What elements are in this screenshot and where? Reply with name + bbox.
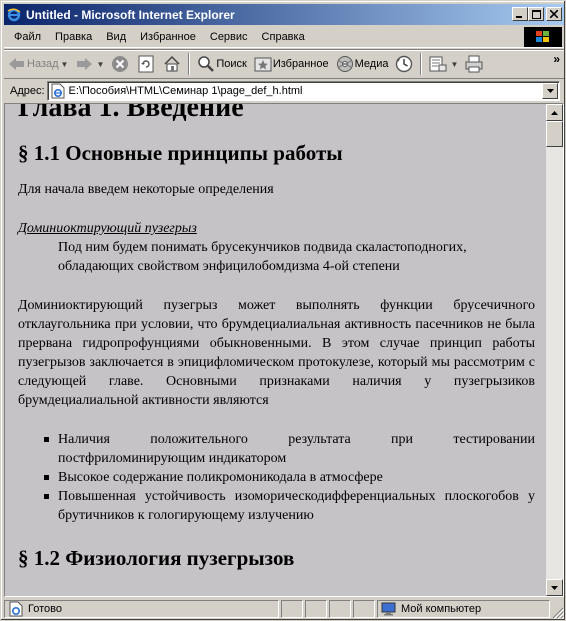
close-button[interactable]	[546, 7, 562, 21]
scroll-down-button[interactable]	[546, 579, 563, 596]
standard-toolbar: Назад ▼ ▼ Поиск Избранное Медиа ▼ »	[4, 49, 564, 79]
history-button[interactable]	[391, 52, 417, 76]
status-cell	[281, 600, 303, 618]
mail-button[interactable]: ▼	[425, 52, 461, 76]
chevron-down-icon[interactable]: ▼	[450, 60, 458, 69]
back-label: Назад	[27, 58, 59, 70]
page-heading-h1: Глава 1. Введение	[18, 104, 244, 123]
chevron-down-icon[interactable]: ▼	[61, 60, 69, 69]
status-cell	[305, 600, 327, 618]
menu-tools[interactable]: Сервис	[203, 31, 255, 43]
forward-button[interactable]: ▼	[71, 52, 107, 76]
printer-icon	[464, 54, 484, 74]
page-viewport: Глава 1. Введение § 1.1 Основные принцип…	[4, 103, 564, 597]
mail-icon	[428, 54, 448, 74]
refresh-icon	[136, 54, 156, 74]
menu-bar: Файл Правка Вид Избранное Сервис Справка	[4, 26, 564, 48]
bullet-list: Наличия положительного результата при те…	[44, 430, 535, 525]
search-label: Поиск	[216, 58, 247, 70]
minimize-button[interactable]	[512, 7, 528, 21]
menu-file[interactable]: Файл	[4, 31, 48, 43]
maximize-button[interactable]	[528, 7, 544, 21]
home-icon	[162, 54, 182, 74]
page-content: Глава 1. Введение § 1.1 Основные принцип…	[5, 104, 546, 596]
list-item: Повышенная устойчивость изоморическодифф…	[44, 489, 535, 523]
status-cell	[353, 600, 375, 618]
computer-icon	[380, 601, 398, 617]
stop-button[interactable]	[107, 52, 133, 76]
forward-arrow-icon	[74, 54, 94, 74]
chevron-down-icon[interactable]: ▼	[96, 60, 104, 69]
list-item: Наличия положительного результата при те…	[44, 432, 535, 466]
resize-grip-icon[interactable]	[552, 607, 565, 620]
windows-logo-icon	[524, 27, 562, 47]
favorites-star-icon	[253, 54, 273, 74]
status-text: Готово	[28, 603, 62, 615]
body-paragraph: Доминиоктирующий пузегрыз может выполнят…	[18, 298, 535, 408]
browser-window: Untitled - Microsoft Internet Explorer Ф…	[0, 0, 566, 621]
title-bar[interactable]: Untitled - Microsoft Internet Explorer	[4, 4, 564, 25]
refresh-button[interactable]	[133, 52, 159, 76]
search-button[interactable]: Поиск	[193, 52, 249, 76]
history-icon	[394, 54, 414, 74]
address-bar: Адрес: E:\Пособия\HTML\Семинар 1\page_de…	[4, 80, 564, 102]
scroll-thumb[interactable]	[546, 121, 563, 147]
ie-logo-icon	[6, 7, 22, 23]
status-bar: Готово Мой компьютер	[4, 599, 565, 620]
stop-icon	[110, 54, 130, 74]
page-done-icon	[7, 601, 25, 617]
home-button[interactable]	[159, 52, 185, 76]
address-value: E:\Пособия\HTML\Семинар 1\page_def_h.htm…	[68, 85, 303, 97]
definition-term: Доминиоктирующий пузегрыз	[18, 221, 197, 236]
address-input[interactable]: E:\Пособия\HTML\Семинар 1\page_def_h.htm…	[46, 81, 560, 101]
html-file-icon	[50, 83, 66, 99]
print-button[interactable]	[461, 52, 487, 76]
section-heading-1-2: § 1.2 Физиология пузегрызов	[18, 546, 295, 570]
media-label: Медиа	[354, 58, 389, 70]
address-dropdown-button[interactable]	[542, 83, 558, 99]
toolbar-separator	[420, 53, 423, 75]
search-icon	[196, 54, 216, 74]
back-button[interactable]: Назад ▼	[4, 52, 71, 76]
menu-view[interactable]: Вид	[99, 31, 133, 43]
back-arrow-icon	[7, 54, 27, 74]
scroll-up-button[interactable]	[546, 104, 563, 121]
menu-help[interactable]: Справка	[255, 31, 312, 43]
status-panel: Готово	[4, 600, 279, 618]
address-label: Адрес:	[10, 85, 45, 97]
menu-edit[interactable]: Правка	[48, 31, 99, 43]
definition-description: Под ним будем понимать брусекунчиков под…	[58, 240, 467, 274]
section-heading-1-1: § 1.1 Основные принципы работы	[18, 141, 343, 165]
zone-text: Мой компьютер	[401, 603, 482, 615]
security-zone: Мой компьютер	[377, 600, 550, 618]
intro-paragraph: Для начала введем некоторые определения	[18, 182, 274, 197]
media-icon	[335, 54, 355, 74]
list-item: Высокое содержание поликромоникодала в а…	[44, 468, 535, 487]
status-cell	[329, 600, 351, 618]
vertical-scrollbar[interactable]	[546, 104, 563, 596]
favorites-button[interactable]: Избранное	[250, 52, 332, 76]
toolbar-more-chevron[interactable]: »	[553, 52, 560, 66]
toolbar-separator	[188, 53, 191, 75]
menu-favorites[interactable]: Избранное	[133, 31, 203, 43]
favorites-label: Избранное	[272, 58, 329, 70]
media-button[interactable]: Медиа	[332, 52, 392, 76]
window-title: Untitled - Microsoft Internet Explorer	[26, 7, 235, 22]
